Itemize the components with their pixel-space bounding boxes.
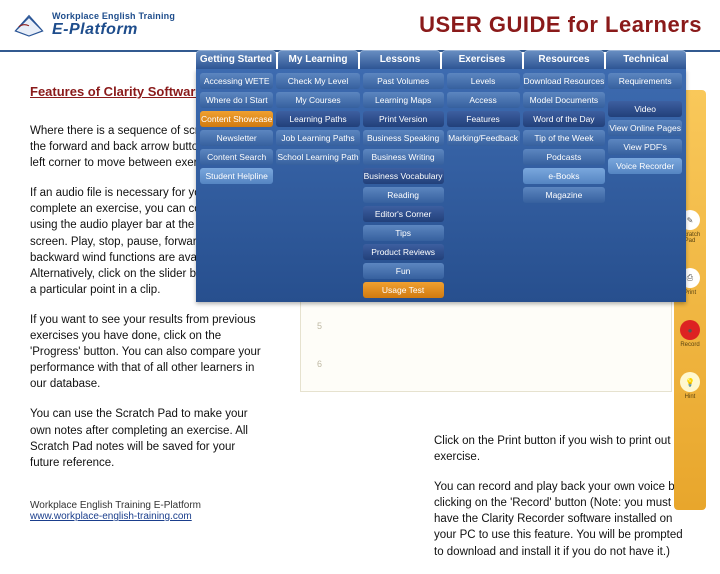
side-tool-hint[interactable]: 💡 Hint — [680, 372, 700, 400]
nav-tab-exercises[interactable]: Exercises — [442, 50, 522, 69]
menu-item-access[interactable]: Access — [447, 92, 520, 108]
side-tool-record[interactable]: ● Record — [680, 320, 700, 348]
nav-tab-my-learning[interactable]: My Learning — [278, 50, 358, 69]
para-scratchpad: You can use the Scratch Pad to make your… — [30, 406, 265, 470]
menu-item-content-search[interactable]: Content Search — [200, 149, 273, 165]
menu-item-voice-recorder[interactable]: Voice Recorder — [608, 158, 682, 174]
menu-item-e-books[interactable]: e-Books — [523, 168, 606, 184]
para-progress: If you want to see your results from pre… — [30, 312, 265, 392]
menu-item-school-learning-path[interactable]: School Learning Path — [276, 149, 359, 165]
nav-tab-technical[interactable]: Technical — [606, 50, 686, 69]
menu-item-product-reviews[interactable]: Product Reviews — [363, 244, 444, 260]
menu-item-learning-paths[interactable]: Learning Paths — [276, 111, 359, 127]
menu-item-past-volumes[interactable]: Past Volumes — [363, 73, 444, 89]
menu-item-editor-s-corner[interactable]: Editor's Corner — [363, 206, 444, 222]
main-nav-menu: Getting StartedMy LearningLessonsExercis… — [196, 50, 686, 302]
menu-item-tips[interactable]: Tips — [363, 225, 444, 241]
menu-item-student-helpline[interactable]: Student Helpline — [200, 168, 273, 184]
footer-company: Workplace English Training E-Platform — [30, 500, 201, 511]
menu-item-podcasts[interactable]: Podcasts — [523, 149, 606, 165]
menu-item-where-do-i-start[interactable]: Where do I Start — [200, 92, 273, 108]
lightbulb-icon: 💡 — [680, 372, 700, 392]
nav-tab-lessons[interactable]: Lessons — [360, 50, 440, 69]
menu-item-view-pdf-s[interactable]: View PDF's — [608, 139, 682, 155]
page-title: USER GUIDE for Learners — [419, 12, 702, 38]
menu-item-accessing-wete[interactable]: Accessing WETE — [200, 73, 273, 89]
footer: Workplace English Training E-Platform ww… — [30, 500, 201, 522]
menu-item-features[interactable]: Features — [447, 111, 520, 127]
menu-item-download-resources[interactable]: Download Resources — [523, 73, 606, 89]
menu-item-my-courses[interactable]: My Courses — [276, 92, 359, 108]
nav-tab-resources[interactable]: Resources — [524, 50, 604, 69]
menu-item-magazine[interactable]: Magazine — [523, 187, 606, 203]
menu-item-business-vocabulary[interactable]: Business Vocabulary — [363, 168, 444, 184]
para-print: Click on the Print button if you wish to… — [434, 433, 690, 465]
menu-item-content-showcase[interactable]: Content Showcase — [200, 111, 273, 127]
footer-link[interactable]: www.workplace-english-training.com — [30, 511, 192, 522]
menu-item-job-learning-paths[interactable]: Job Learning Paths — [276, 130, 359, 146]
para-record: You can record and play back your own vo… — [434, 479, 690, 559]
menu-item-word-of-the-day[interactable]: Word of the Day — [523, 111, 606, 127]
menu-item-model-documents[interactable]: Model Documents — [523, 92, 606, 108]
menu-item-marking-feedback[interactable]: Marking/Feedback — [447, 130, 520, 146]
menu-item-view-online-pages[interactable]: View Online Pages — [608, 120, 682, 136]
menu-item-check-my-level[interactable]: Check My Level — [276, 73, 359, 89]
brand-line2: E-Platform — [52, 21, 175, 39]
menu-item-print-version[interactable]: Print Version — [363, 111, 444, 127]
menu-item-usage-test[interactable]: Usage Test — [363, 282, 444, 298]
menu-item-tip-of-the-week[interactable]: Tip of the Week — [523, 130, 606, 146]
brand-logo: Workplace English Training E-Platform — [12, 10, 175, 40]
nav-tab-getting-started[interactable]: Getting Started — [196, 50, 276, 69]
brand-line1: Workplace English Training — [52, 11, 175, 21]
menu-item-fun[interactable]: Fun — [363, 263, 444, 279]
menu-item-learning-maps[interactable]: Learning Maps — [363, 92, 444, 108]
menu-item-reading[interactable]: Reading — [363, 187, 444, 203]
header: Workplace English Training E-Platform US… — [0, 0, 720, 52]
menu-item-newsletter[interactable]: Newsletter — [200, 130, 273, 146]
logo-icon — [12, 10, 46, 40]
menu-item-business-speaking[interactable]: Business Speaking — [363, 130, 444, 146]
menu-item-requirements[interactable]: Requirements — [608, 73, 682, 89]
menu-item-video[interactable]: Video — [608, 101, 682, 117]
record-icon: ● — [680, 320, 700, 340]
menu-item-business-writing[interactable]: Business Writing — [363, 149, 444, 165]
menu-item-levels[interactable]: Levels — [447, 73, 520, 89]
